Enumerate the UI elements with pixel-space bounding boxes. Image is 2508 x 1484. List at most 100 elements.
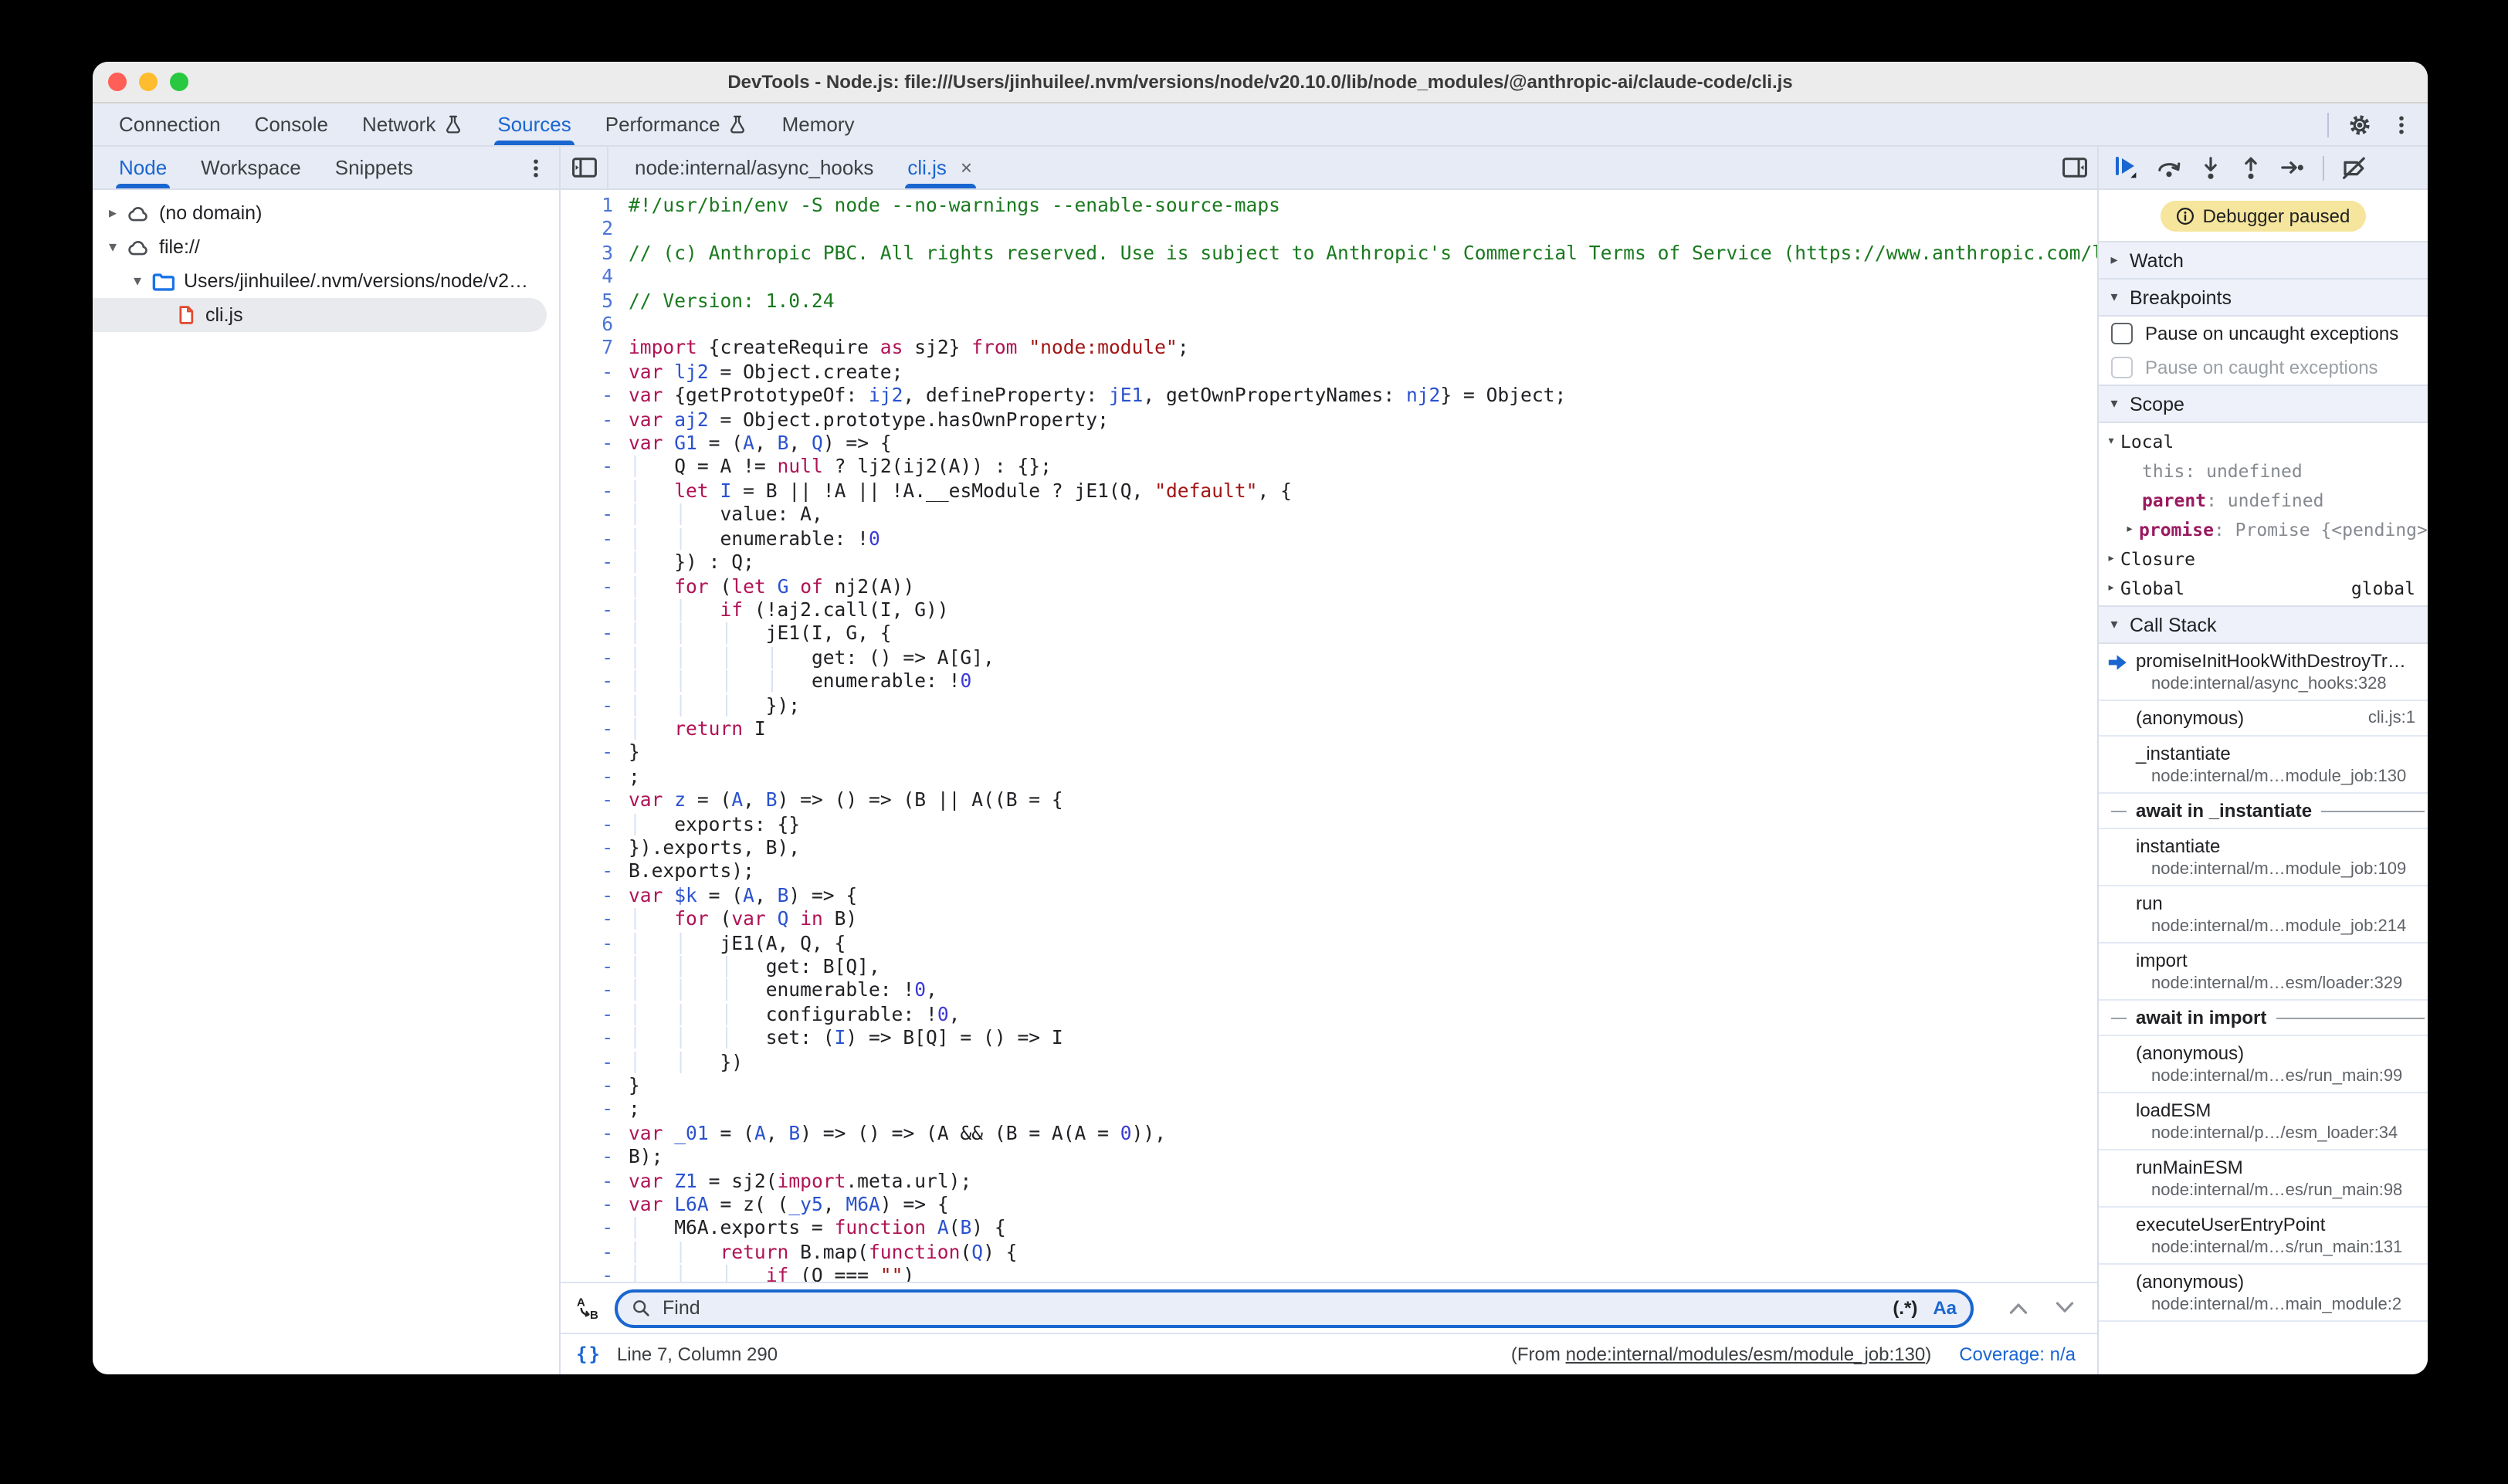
callstack-frame[interactable]: loadESMnode:internal/p…/esm_loader:34 <box>2099 1093 2428 1150</box>
find-input[interactable] <box>659 1296 1893 1320</box>
scope-entry-parent[interactable]: parent: undefined <box>2099 485 2428 514</box>
line-number[interactable]: 7 <box>561 337 629 361</box>
section-callstack[interactable]: ▾ Call Stack <box>2099 605 2428 644</box>
step-out-icon[interactable] <box>2239 155 2262 180</box>
disclosure-triangle-icon[interactable]: ▸ <box>2120 521 2139 537</box>
scope-entry-this[interactable]: this: undefined <box>2099 456 2428 485</box>
scope-closure[interactable]: ▸Closure <box>2099 544 2428 573</box>
disclosure-triangle-icon[interactable]: ▾ <box>102 239 124 256</box>
find-next-icon[interactable] <box>2054 1300 2076 1316</box>
line-number[interactable]: - <box>561 1194 629 1218</box>
line-number[interactable]: - <box>561 1123 629 1147</box>
line-number[interactable]: - <box>561 1027 629 1051</box>
line-number[interactable]: - <box>561 527 629 551</box>
line-number[interactable]: - <box>561 694 629 718</box>
navigator-tab-snippets[interactable]: Snippets <box>318 147 430 188</box>
tree-item-cli-js[interactable]: cli.js <box>93 298 547 332</box>
tree-item-users-jinhuilee-nvm-versions-node-v2-[interactable]: ▾Users/jinhuilee/.nvm/versions/node/v2… <box>93 264 559 298</box>
find-previous-icon[interactable] <box>2008 1300 2029 1316</box>
line-number[interactable]: - <box>561 504 629 528</box>
line-number[interactable]: 3 <box>561 242 629 266</box>
line-number[interactable]: - <box>561 599 629 623</box>
disclosure-triangle-icon[interactable]: ▸ <box>102 205 124 222</box>
tab-memory[interactable]: Memory <box>765 103 872 145</box>
tab-sources[interactable]: Sources <box>480 103 588 145</box>
line-number[interactable]: - <box>561 1218 629 1242</box>
line-number[interactable]: - <box>561 456 629 480</box>
disclosure-triangle-icon[interactable]: ▾ <box>2102 433 2120 449</box>
section-scope[interactable]: ▾ Scope <box>2099 385 2428 423</box>
line-number[interactable]: - <box>561 1075 629 1099</box>
line-number[interactable]: - <box>561 742 629 766</box>
callstack-frame[interactable]: executeUserEntryPointnode:internal/m…s/r… <box>2099 1208 2428 1265</box>
tab-console[interactable]: Console <box>238 103 345 145</box>
line-number[interactable]: - <box>561 1051 629 1075</box>
line-number[interactable]: - <box>561 908 629 932</box>
callstack-frame[interactable]: importnode:internal/m…esm/loader:329 <box>2099 944 2428 1001</box>
line-number[interactable]: - <box>561 718 629 742</box>
callstack-frame[interactable]: runMainESMnode:internal/m…es/run_main:98 <box>2099 1150 2428 1208</box>
line-number[interactable]: - <box>561 813 629 837</box>
regex-toggle[interactable]: (.*) <box>1893 1297 1917 1319</box>
line-number[interactable]: - <box>561 432 629 456</box>
line-number[interactable]: - <box>561 861 629 885</box>
line-number[interactable]: - <box>561 623 629 647</box>
match-case-toggle[interactable]: Aa <box>1933 1297 1957 1319</box>
section-breakpoints[interactable]: ▾ Breakpoints <box>2099 280 2428 317</box>
line-number[interactable]: - <box>561 885 629 909</box>
resume-icon[interactable] <box>2113 154 2139 181</box>
tab-performance[interactable]: Performance <box>588 103 765 145</box>
deactivate-breakpoints-icon[interactable] <box>2341 155 2367 180</box>
toggle-navigator-icon[interactable] <box>561 147 608 188</box>
section-watch[interactable]: ▸ Watch <box>2099 241 2428 280</box>
line-number[interactable]: - <box>561 551 629 575</box>
line-number[interactable]: - <box>561 1242 629 1265</box>
callstack-frame[interactable]: (anonymous)node:internal/m…es/run_main:9… <box>2099 1036 2428 1093</box>
navigator-tab-workspace[interactable]: Workspace <box>184 147 318 188</box>
line-number[interactable]: - <box>561 1265 629 1282</box>
checkbox[interactable] <box>2111 323 2133 344</box>
line-number[interactable]: - <box>561 837 629 861</box>
checkbox[interactable] <box>2111 357 2133 378</box>
line-number[interactable]: - <box>561 1170 629 1194</box>
line-number[interactable]: - <box>561 480 629 504</box>
callstack-frame[interactable]: _instantiatenode:internal/m…module_job:1… <box>2099 737 2428 794</box>
callstack-frame[interactable]: (anonymous)cli.js:1 <box>2099 701 2428 737</box>
callstack-frame[interactable]: runnode:internal/m…module_job:214 <box>2099 886 2428 944</box>
tab-network[interactable]: Network <box>345 103 480 145</box>
line-number[interactable]: - <box>561 646 629 670</box>
tree-item--no-domain-[interactable]: ▸(no domain) <box>93 196 559 230</box>
line-number[interactable]: - <box>561 408 629 432</box>
disclosure-triangle-icon[interactable]: ▾ <box>127 273 148 290</box>
navigator-tab-node[interactable]: Node <box>102 147 184 188</box>
tab-connection[interactable]: Connection <box>102 103 238 145</box>
line-number[interactable]: - <box>561 980 629 1004</box>
line-number[interactable]: 2 <box>561 219 629 242</box>
tree-item-file-[interactable]: ▾file:// <box>93 230 559 264</box>
line-number[interactable]: 1 <box>561 195 629 219</box>
line-number[interactable]: - <box>561 385 629 409</box>
kebab-menu-icon[interactable] <box>2391 114 2412 135</box>
line-number[interactable]: 4 <box>561 266 629 290</box>
line-number[interactable]: 6 <box>561 313 629 337</box>
disclosure-triangle-icon[interactable]: ▸ <box>2102 551 2120 566</box>
gear-icon[interactable] <box>2347 112 2372 137</box>
replace-toggle-icon[interactable]: AB <box>576 1296 599 1320</box>
step-into-icon[interactable] <box>2199 155 2222 180</box>
line-number[interactable]: 5 <box>561 290 629 313</box>
step-over-icon[interactable] <box>2156 156 2182 179</box>
line-number[interactable]: - <box>561 789 629 813</box>
navigator-kebab-icon[interactable] <box>525 157 547 178</box>
line-number[interactable]: - <box>561 670 629 694</box>
editor-tab-cli-js[interactable]: cli.js× <box>890 147 989 188</box>
scope-entry-promise[interactable]: ▸promise: Promise {<pending>} <box>2099 514 2428 544</box>
step-icon[interactable] <box>2279 156 2306 179</box>
coverage-link[interactable]: Coverage: n/a <box>1959 1343 2076 1365</box>
line-number[interactable]: - <box>561 361 629 385</box>
scope-global[interactable]: ▸Globalglobal <box>2099 573 2428 602</box>
line-number[interactable]: - <box>561 1147 629 1171</box>
line-number[interactable]: - <box>561 1004 629 1028</box>
callstack-frame[interactable]: promiseInitHookWithDestroyTr…node:intern… <box>2099 644 2428 701</box>
line-number[interactable]: - <box>561 575 629 599</box>
disclosure-triangle-icon[interactable]: ▸ <box>2102 580 2120 595</box>
